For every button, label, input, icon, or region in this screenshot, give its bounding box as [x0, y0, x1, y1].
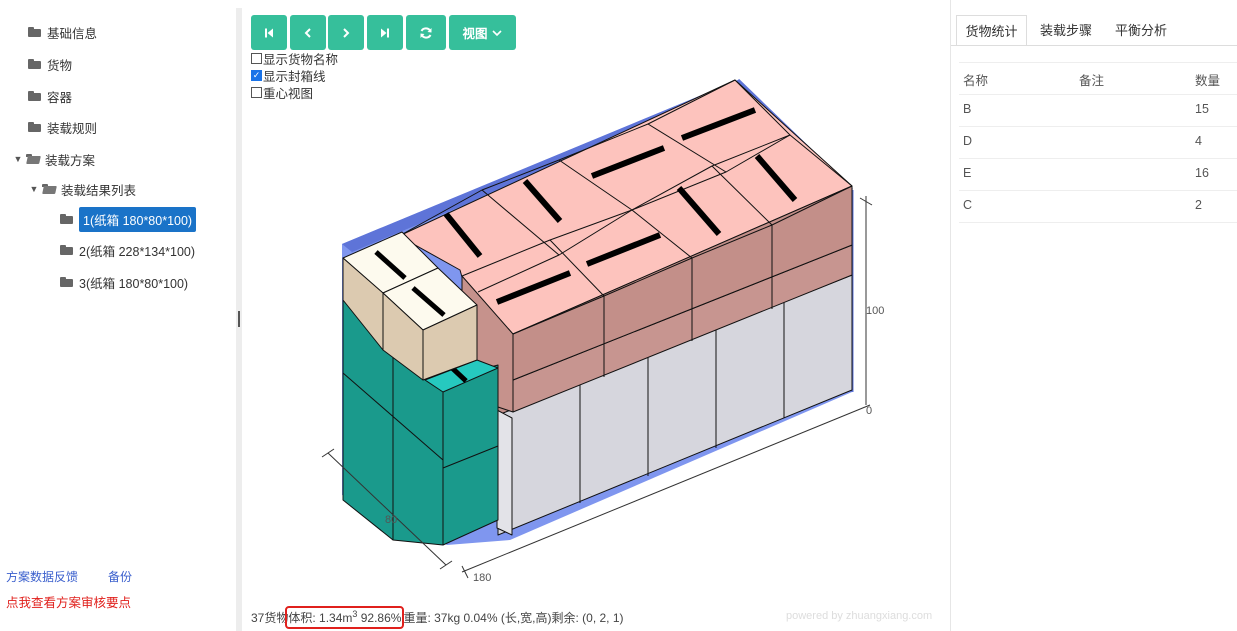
- powered-by-watermark: powered by zhuangxiang.com: [786, 610, 933, 622]
- folder-icon: [28, 59, 41, 69]
- folder-icon: [60, 245, 73, 255]
- tree-item-label: 3(纸箱 180*80*100): [79, 276, 189, 291]
- column-header-note: 备注: [1079, 74, 1105, 88]
- status-bar: 37货物 体积: 1.34m3 92.86% 重量: 37kg 0.04% (长…: [251, 606, 624, 629]
- loading-3d-view[interactable]: 80 180 100 0: [242, 0, 942, 600]
- weight-remaining: 重量: 37kg 0.04% (长,宽,高)剩余: (0, 2, 1): [403, 611, 624, 625]
- tree-item-label: 装载规则: [47, 121, 98, 136]
- caret-down-icon[interactable]: ▼: [28, 184, 40, 194]
- column-header-qty: 数量: [1195, 74, 1221, 88]
- table-cell-name: E: [963, 166, 972, 180]
- folder-icon: [28, 27, 41, 37]
- table-cell-qty: 4: [1195, 134, 1202, 148]
- tab-divider: [951, 45, 1237, 46]
- column-header-name: 名称: [963, 74, 989, 88]
- tree-item-basic-info[interactable]: 基础信息: [28, 21, 97, 43]
- tree-item-result-2[interactable]: 2(纸箱 228*134*100): [60, 239, 195, 261]
- folder-open-icon: [26, 154, 39, 164]
- table-cell-qty: 2: [1195, 198, 1202, 212]
- table-divider: [959, 62, 1237, 63]
- goods-count: 37货物: [251, 611, 289, 625]
- splitter-handle[interactable]: [238, 311, 240, 327]
- tree-item-label: 容器: [47, 90, 73, 105]
- tree-item-label: 1(纸箱 180*80*100): [79, 206, 197, 232]
- sidebar: 基础信息 货物 容器 装载规则 ▼ 装载方案 ▼ 装载结果列表 1(纸箱 180…: [0, 0, 236, 631]
- review-points-link[interactable]: 点我查看方案审核要点: [6, 592, 131, 611]
- folder-icon: [28, 91, 41, 101]
- cargo-box-D: [442, 364, 499, 546]
- tree-item-loading-plan[interactable]: ▼ 装载方案: [12, 148, 95, 170]
- tab-loading-steps[interactable]: 装载步骤: [1031, 15, 1101, 44]
- tree-item-result-3[interactable]: 3(纸箱 180*80*100): [60, 271, 188, 293]
- table-divider: [959, 126, 1237, 127]
- tree-item-label: 2(纸箱 228*134*100): [79, 244, 196, 259]
- tree-item-label: 基础信息: [47, 26, 98, 41]
- tree-item-goods[interactable]: 货物: [28, 53, 72, 75]
- backup-link[interactable]: 备份: [108, 568, 132, 585]
- right-panel: 货物统计 装载步骤 平衡分析 名称 备注 数量 B 15 D 4 E 16 C …: [950, 0, 1237, 631]
- table-cell-name: C: [963, 198, 973, 212]
- length-axis-label: 180: [473, 572, 491, 584]
- width-axis-label: 80: [385, 514, 397, 526]
- table-cell-name: B: [963, 102, 972, 116]
- volume-value: 体积: 1.34m: [288, 611, 353, 625]
- height-axis-zero-label: 0: [866, 405, 872, 417]
- tree-item-label: 装载结果列表: [61, 183, 137, 198]
- folder-icon: [60, 277, 73, 287]
- table-cell-qty: 15: [1195, 102, 1209, 116]
- table-divider: [959, 94, 1237, 95]
- tab-goods-statistics[interactable]: 货物统计: [956, 15, 1027, 46]
- cargo-box-E: [496, 409, 513, 536]
- volume-percent: 92.86%: [357, 611, 402, 625]
- tree-item-container[interactable]: 容器: [28, 85, 72, 107]
- tree-item-result-1[interactable]: 1(纸箱 180*80*100): [60, 206, 197, 232]
- feedback-link[interactable]: 方案数据反馈: [6, 568, 78, 585]
- tab-balance-analysis[interactable]: 平衡分析: [1106, 15, 1176, 44]
- volume-summary: 体积: 1.34m3 92.86%: [285, 606, 405, 629]
- tree-item-result-list[interactable]: ▼ 装载结果列表: [28, 178, 136, 200]
- tree-item-label: 装载方案: [45, 153, 96, 168]
- dimension-tick: [439, 560, 453, 570]
- table-divider: [959, 190, 1237, 191]
- tree-item-label: 货物: [47, 58, 73, 73]
- table-cell-name: D: [963, 134, 973, 148]
- table-cell-qty: 16: [1195, 166, 1209, 180]
- dimension-tick: [321, 448, 335, 458]
- folder-icon: [28, 122, 41, 132]
- tree-item-loading-rules[interactable]: 装载规则: [28, 116, 97, 138]
- table-divider: [959, 222, 1237, 223]
- table-divider: [959, 158, 1237, 159]
- folder-open-icon: [42, 184, 55, 194]
- caret-down-icon[interactable]: ▼: [12, 154, 24, 164]
- height-axis-label: 100: [866, 305, 884, 317]
- folder-icon: [60, 214, 73, 224]
